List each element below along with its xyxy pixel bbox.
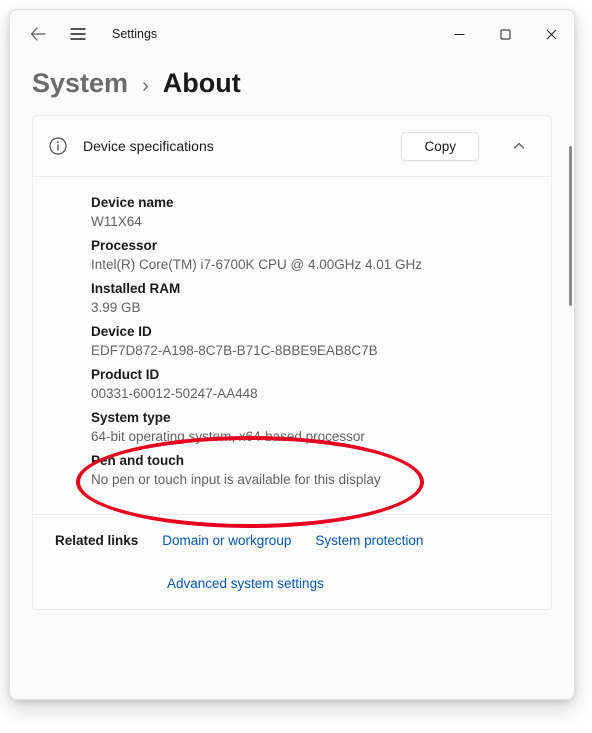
spec-value: 00331-60012-50247-AA448 <box>91 386 535 401</box>
app-title: Settings <box>112 27 157 41</box>
chevron-right-icon: › <box>142 75 149 98</box>
spec-value: 3.99 GB <box>91 300 535 315</box>
spec-value: Intel(R) Core(TM) i7-6700K CPU @ 4.00GHz… <box>91 257 535 272</box>
card-body: Device name W11X64 Processor Intel(R) Co… <box>33 176 551 514</box>
breadcrumb-parent[interactable]: System <box>32 68 128 99</box>
maximize-button[interactable] <box>482 18 528 50</box>
hamburger-icon <box>70 27 86 41</box>
minimize-button[interactable] <box>436 18 482 50</box>
spec-value: EDF7D872-A198-8C7B-B71C-8BBE9EAB8C7B <box>91 343 535 358</box>
spec-label: System type <box>91 410 535 425</box>
close-button[interactable] <box>528 18 574 50</box>
collapse-button[interactable] <box>503 130 535 162</box>
device-specifications-card: Device specifications Copy Device name W… <box>32 115 552 610</box>
spec-label: Device ID <box>91 324 535 339</box>
maximize-icon <box>500 29 511 40</box>
back-button[interactable] <box>18 14 58 54</box>
spec-row: Device name W11X64 <box>91 195 535 229</box>
spec-label: Product ID <box>91 367 535 382</box>
related-links-section: Related links Domain or workgroup System… <box>33 514 551 609</box>
spec-label: Installed RAM <box>91 281 535 296</box>
spec-label: Device name <box>91 195 535 210</box>
spec-value: No pen or touch input is available for t… <box>91 472 535 487</box>
related-links-label: Related links <box>55 533 138 548</box>
info-icon <box>49 137 67 155</box>
nav-menu-button[interactable] <box>58 14 98 54</box>
scrollbar-thumb[interactable] <box>569 146 572 306</box>
spec-row: Installed RAM 3.99 GB <box>91 281 535 315</box>
chevron-up-icon <box>512 139 526 153</box>
close-icon <box>546 29 557 40</box>
spec-row: Device ID EDF7D872-A198-8C7B-B71C-8BBE9E… <box>91 324 535 358</box>
link-domain-workgroup[interactable]: Domain or workgroup <box>162 533 291 548</box>
link-advanced-system-settings[interactable]: Advanced system settings <box>167 576 324 591</box>
spec-label: Pen and touch <box>91 453 535 468</box>
breadcrumb-current: About <box>163 68 241 99</box>
spec-row: Processor Intel(R) Core(TM) i7-6700K CPU… <box>91 238 535 272</box>
breadcrumb: System › About <box>10 58 574 115</box>
spec-value: 64-bit operating system, x64-based proce… <box>91 429 535 444</box>
titlebar: Settings <box>10 10 574 58</box>
minimize-icon <box>454 29 465 40</box>
spec-row: Product ID 00331-60012-50247-AA448 <box>91 367 535 401</box>
copy-button[interactable]: Copy <box>401 132 479 161</box>
spec-row: System type 64-bit operating system, x64… <box>91 410 535 444</box>
content-area: Device specifications Copy Device name W… <box>10 115 574 699</box>
card-header[interactable]: Device specifications Copy <box>33 116 551 176</box>
card-title: Device specifications <box>83 138 385 154</box>
link-system-protection[interactable]: System protection <box>315 533 423 548</box>
settings-window: Settings System › About Device specifica… <box>9 9 575 700</box>
back-arrow-icon <box>30 26 46 42</box>
spec-label: Processor <box>91 238 535 253</box>
window-controls <box>436 18 574 50</box>
spec-value: W11X64 <box>91 214 535 229</box>
scrollbar[interactable] <box>569 146 572 686</box>
spec-row: Pen and touch No pen or touch input is a… <box>91 453 535 487</box>
